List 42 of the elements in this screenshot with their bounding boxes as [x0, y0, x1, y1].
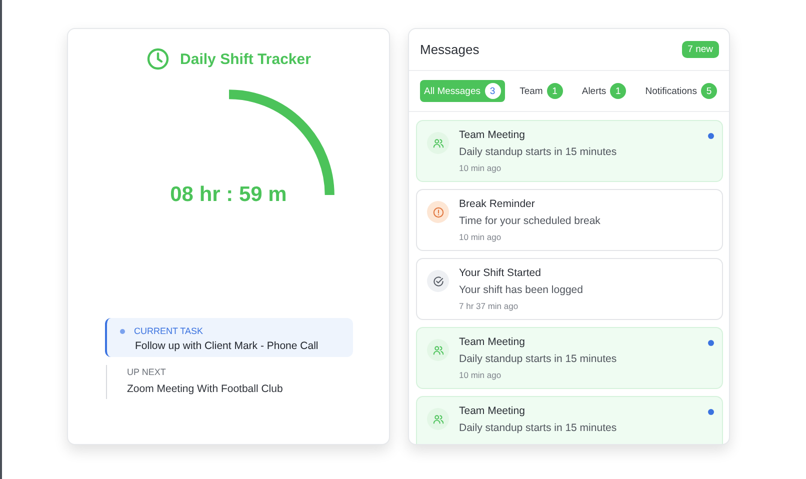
tab[interactable]: All Messages 3	[420, 80, 504, 102]
message-time: 10 min ago	[459, 232, 502, 242]
count-badge: 1	[546, 83, 563, 99]
message-card[interactable]: Team Meeting Daily standup starts in 15 minutes 10 min ago	[416, 327, 723, 389]
message-time: 10 min ago	[459, 163, 502, 173]
message-text: Time for your scheduled break	[459, 215, 602, 227]
message-time: 10 min ago	[459, 370, 502, 380]
message-title: Team Meeting	[459, 129, 526, 141]
tab[interactable]: Alerts 1	[578, 80, 630, 102]
message-title: Your Shift Started	[459, 267, 542, 279]
messages-title: Messages	[420, 42, 480, 57]
count-badge: 1	[610, 83, 626, 99]
tracker-title: Daily Shift Tracker	[180, 50, 311, 68]
count-badge: 3	[484, 83, 500, 99]
message-text: Daily standup starts in 15 minutes	[459, 146, 618, 158]
current-task-text: Follow up with Client Mark - Phone Call	[135, 340, 320, 352]
message-card[interactable]: Your Shift Started Your shift has been logged 7 hr 37 min ago	[416, 258, 723, 320]
message-title: Team Meeting	[459, 405, 526, 417]
exclamation-icon	[432, 206, 444, 218]
count-badge: 5	[700, 83, 717, 99]
current-task-label: CURRENT TASK	[134, 326, 204, 336]
bullet-icon	[120, 328, 125, 334]
check-circle-icon	[432, 274, 444, 288]
message-title: Break Reminder	[459, 198, 536, 210]
message-card[interactable]: Break Reminder Time for your scheduled break 10 min ago	[416, 189, 723, 251]
message-time: 7 hr 37 min ago	[459, 301, 520, 311]
message-text: Daily standup starts in 15 minutes	[459, 353, 618, 365]
people-icon	[432, 344, 444, 356]
message-card[interactable]: Team Meeting Daily standup starts in 15 minutes	[416, 396, 723, 444]
people-icon	[432, 412, 444, 426]
new-count-badge: 7 new	[682, 41, 719, 58]
clock-icon	[146, 47, 170, 71]
message-title: Team Meeting	[459, 336, 526, 348]
up-next-text: Zoom Meeting With Football Club	[127, 383, 283, 395]
tab[interactable]: Notifications 5	[641, 80, 721, 102]
message-text: Daily standup starts in 15 minutes	[459, 422, 618, 434]
message-text: Your shift has been logged	[459, 284, 584, 296]
up-next-label: UP NEXT	[127, 367, 167, 377]
people-icon	[432, 136, 444, 150]
tab[interactable]: Team 1	[516, 80, 567, 102]
message-card[interactable]: Team Meeting Daily standup starts in 15 minutes 10 min ago	[416, 120, 723, 182]
elapsed-time: 08 hr : 59 m	[170, 183, 287, 207]
